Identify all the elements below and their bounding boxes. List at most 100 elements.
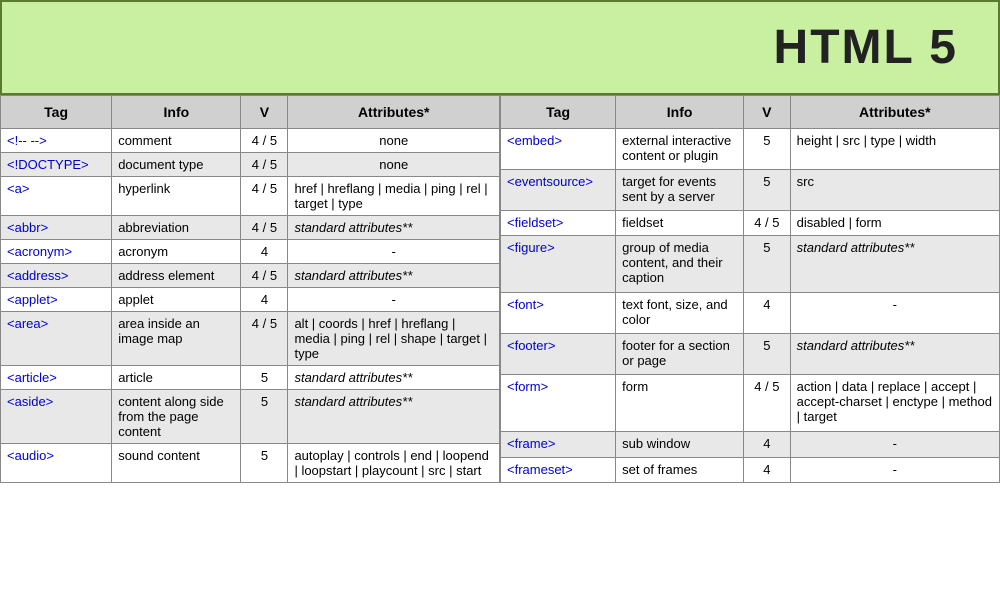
tag-cell: <fieldset> (501, 211, 616, 236)
attributes-cell: - (790, 293, 999, 334)
version-cell: 4 / 5 (241, 264, 288, 288)
info-cell: text font, size, and color (616, 293, 744, 334)
info-cell: document type (112, 153, 241, 177)
table-row: <fieldset>fieldset4 / 5disabled | form (501, 211, 1000, 236)
version-cell: 5 (744, 334, 791, 375)
info-cell: group of media content, and their captio… (616, 236, 744, 293)
tag-name[interactable]: <article> (7, 370, 57, 385)
tag-cell: <figure> (501, 236, 616, 293)
tag-name[interactable]: <eventsource> (507, 174, 593, 189)
header: HTML 5 (0, 0, 1000, 95)
version-cell: 4 (241, 288, 288, 312)
attributes-cell: href | hreflang | media | ping | rel | t… (288, 177, 500, 216)
tag-name[interactable]: <!DOCTYPE> (7, 157, 89, 172)
tag-cell: <address> (1, 264, 112, 288)
info-cell: external interactive content or plugin (616, 129, 744, 170)
tag-name[interactable]: <footer> (507, 338, 555, 353)
tag-name[interactable]: <acronym> (7, 244, 72, 259)
tag-name[interactable]: <!-- --> (7, 133, 47, 148)
table-row: <frame> sub window4- (501, 432, 1000, 457)
version-cell: 4 / 5 (241, 129, 288, 153)
attributes-cell: - (288, 288, 500, 312)
attributes-cell: autoplay | controls | end | loopend | lo… (288, 444, 500, 483)
tag-cell: <eventsource> (501, 170, 616, 211)
tag-cell: <frameset> (501, 457, 616, 482)
info-cell: form (616, 375, 744, 432)
tag-name[interactable]: <frame> (507, 436, 555, 451)
table-row: <!DOCTYPE> document type4 / 5none (1, 153, 500, 177)
version-cell: 4 (744, 432, 791, 457)
column-header-tag: Tag (1, 96, 112, 129)
right-table: TagInfoVAttributes*<embed>external inter… (500, 95, 1000, 483)
info-cell: applet (112, 288, 241, 312)
tag-cell: <applet> (1, 288, 112, 312)
table-row: <figure> group of media content, and thei… (501, 236, 1000, 293)
info-cell: sound content (112, 444, 241, 483)
table-row: <font> text font, size, and color4- (501, 293, 1000, 334)
version-cell: 4 (241, 240, 288, 264)
tag-name[interactable]: <frameset> (507, 462, 573, 477)
attributes-cell: standard attributes** (288, 216, 500, 240)
tag-name[interactable]: <area> (7, 316, 48, 331)
attributes-cell: - (288, 240, 500, 264)
left-table: TagInfoVAttributes*<!-- -->comment4 / 5n… (0, 95, 500, 483)
version-cell: 4 (744, 293, 791, 334)
table-row: <form>form4 / 5action | data | replace |… (501, 375, 1000, 432)
table-row: <applet> applet4- (1, 288, 500, 312)
tag-name[interactable]: <figure> (507, 240, 555, 255)
column-header-info: Info (616, 96, 744, 129)
attributes-cell: standard attributes** (790, 334, 999, 375)
table-row: <article> article5standard attributes** (1, 366, 500, 390)
attributes-cell: disabled | form (790, 211, 999, 236)
column-header-tag: Tag (501, 96, 616, 129)
tag-cell: <frame> (501, 432, 616, 457)
tag-cell: <abbr> (1, 216, 112, 240)
column-header-attributes-: Attributes* (790, 96, 999, 129)
tag-name[interactable]: <address> (7, 268, 68, 283)
version-cell: 5 (241, 366, 288, 390)
table-row: <frameset>set of frames4- (501, 457, 1000, 482)
tag-cell: <aside> (1, 390, 112, 444)
info-cell: article (112, 366, 241, 390)
tag-name[interactable]: <embed> (507, 133, 562, 148)
table-row: <area>area inside an image map4 / 5alt |… (1, 312, 500, 366)
tag-cell: <a> (1, 177, 112, 216)
info-cell: sub window (616, 432, 744, 457)
version-cell: 5 (744, 170, 791, 211)
version-cell: 5 (241, 444, 288, 483)
tag-cell: <!DOCTYPE> (1, 153, 112, 177)
tag-cell: <font> (501, 293, 616, 334)
tag-name[interactable]: <abbr> (7, 220, 48, 235)
info-cell: hyperlink (112, 177, 241, 216)
attributes-cell: none (288, 153, 500, 177)
table-row: <address>address element4 / 5standard at… (1, 264, 500, 288)
tag-name[interactable]: <aside> (7, 394, 53, 409)
tag-name[interactable]: <applet> (7, 292, 58, 307)
info-cell: set of frames (616, 457, 744, 482)
attributes-cell: standard attributes** (288, 366, 500, 390)
version-cell: 5 (744, 129, 791, 170)
tag-name[interactable]: <audio> (7, 448, 54, 463)
version-cell: 4 / 5 (744, 211, 791, 236)
tag-cell: <!-- --> (1, 129, 112, 153)
info-cell: area inside an image map (112, 312, 241, 366)
attributes-cell: height | src | type | width (790, 129, 999, 170)
table-row: <footer> footer for a section or page5sta… (501, 334, 1000, 375)
info-cell: target for events sent by a server (616, 170, 744, 211)
tag-name[interactable]: <form> (507, 379, 548, 394)
tag-cell: <acronym> (1, 240, 112, 264)
tag-name[interactable]: <fieldset> (507, 215, 563, 230)
attributes-cell: standard attributes** (288, 390, 500, 444)
tag-cell: <form> (501, 375, 616, 432)
tag-name[interactable]: <font> (507, 297, 544, 312)
version-cell: 4 (744, 457, 791, 482)
version-cell: 4 / 5 (241, 216, 288, 240)
attributes-cell: standard attributes** (288, 264, 500, 288)
table-row: <aside>content along side from the page … (1, 390, 500, 444)
attributes-cell: - (790, 432, 999, 457)
version-cell: 4 / 5 (241, 153, 288, 177)
info-cell: footer for a section or page (616, 334, 744, 375)
table-row: <audio> sound content5autoplay | controls… (1, 444, 500, 483)
attributes-cell: src (790, 170, 999, 211)
tag-name[interactable]: <a> (7, 181, 29, 196)
